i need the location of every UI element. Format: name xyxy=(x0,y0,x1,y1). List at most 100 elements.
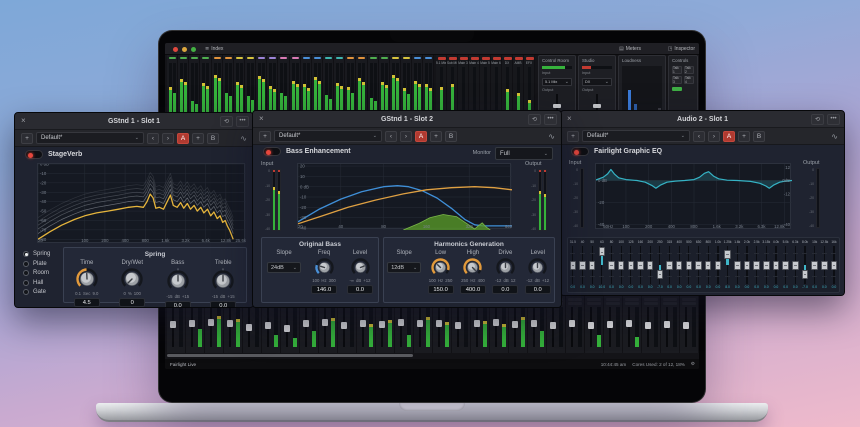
eq-band-400[interactable] xyxy=(674,245,684,285)
spline-icon[interactable]: ∿ xyxy=(831,132,838,141)
ab-compare-a-button[interactable]: A xyxy=(415,131,427,142)
slider-handle[interactable] xyxy=(802,270,809,279)
eq-band-80[interactable] xyxy=(607,245,617,285)
knob-value[interactable]: 0.0 xyxy=(210,301,236,308)
fader-handle[interactable] xyxy=(455,322,462,329)
fader-handle[interactable] xyxy=(398,319,405,326)
eq-band-1.25k[interactable] xyxy=(723,245,733,285)
slider-handle[interactable] xyxy=(666,261,673,270)
fader-handle[interactable] xyxy=(436,320,443,327)
gear-icon[interactable]: ⚙ xyxy=(691,361,695,367)
knob-freq[interactable]: Freq100Hz300146.0 xyxy=(311,250,337,294)
eq-band-200[interactable] xyxy=(645,245,655,285)
slope-dropdown[interactable]: 12dB⌄ xyxy=(387,262,421,273)
fader-handle[interactable] xyxy=(474,320,481,327)
zoom-window-button[interactable] xyxy=(191,47,196,52)
fader-handle[interactable] xyxy=(303,320,310,327)
eq-band-800[interactable] xyxy=(703,245,713,285)
eq-band-5.0k[interactable] xyxy=(781,245,791,285)
slider-handle[interactable] xyxy=(744,261,751,270)
mode-item-spring[interactable]: Spring xyxy=(23,251,50,257)
slider-handle[interactable] xyxy=(715,261,722,270)
eq-band-6.3k[interactable] xyxy=(790,245,800,285)
fader-handle[interactable] xyxy=(170,321,177,328)
mixer-fader-strip[interactable] xyxy=(661,296,680,353)
onair-indicator[interactable] xyxy=(672,87,682,91)
close-icon[interactable]: × xyxy=(567,115,572,123)
fader-handle[interactable] xyxy=(189,320,196,327)
knob-time[interactable]: Time0.1Sec9.04.5 xyxy=(74,260,100,307)
spline-icon[interactable]: ∿ xyxy=(240,134,247,143)
spline-icon[interactable]: ∿ xyxy=(548,132,555,141)
slider-handle[interactable] xyxy=(811,261,818,270)
mode-item-room[interactable]: Room xyxy=(23,270,50,276)
slider-handle[interactable] xyxy=(734,261,741,270)
ab-copy-button[interactable]: + xyxy=(430,131,442,142)
mixer-channel-strip[interactable] xyxy=(234,55,245,119)
knob-dry-wet[interactable]: Dry/Wet0%1000 xyxy=(119,260,145,307)
window-titlebar[interactable]: × GStnd 1 - Slot 1 ⟲ ••• xyxy=(15,113,253,130)
knob-bass[interactable]: Bass0-15dB+150.0 xyxy=(165,260,191,308)
eq-band-16k[interactable] xyxy=(829,245,839,285)
mixer-fader-strip[interactable] xyxy=(585,296,604,353)
mute-button[interactable] xyxy=(460,57,468,60)
slider-handle[interactable] xyxy=(589,261,596,270)
horizontal-scrollbar[interactable] xyxy=(167,354,413,357)
mute-button[interactable] xyxy=(526,57,534,60)
fader-handle[interactable] xyxy=(683,322,690,329)
knob-value[interactable]: 400.0 xyxy=(460,285,486,294)
knob-drive[interactable]: Drive-12dB120.0 xyxy=(492,250,518,294)
slider-handle[interactable] xyxy=(695,261,702,270)
mixer-fader-strip[interactable] xyxy=(566,296,585,353)
ab-compare-a-button[interactable]: A xyxy=(723,131,735,142)
knob-value[interactable]: 146.0 xyxy=(311,285,337,294)
fader-handle[interactable] xyxy=(265,322,272,329)
fader-handle[interactable] xyxy=(493,319,500,326)
knob-value[interactable]: 150.0 xyxy=(428,285,454,294)
add-preset-button[interactable]: + xyxy=(21,133,33,144)
slider-handle[interactable] xyxy=(618,261,625,270)
meters-button[interactable]: ▤Meters xyxy=(619,44,641,54)
fader-handle[interactable] xyxy=(379,321,386,328)
eq-band-500[interactable] xyxy=(684,245,694,285)
slider-handle[interactable] xyxy=(647,261,654,270)
eq-band-250[interactable] xyxy=(655,245,665,285)
eq-band-4.0k[interactable] xyxy=(771,245,781,285)
reset-icon[interactable]: ⟲ xyxy=(528,114,541,125)
eq-band-100[interactable] xyxy=(616,245,626,285)
slider-handle[interactable] xyxy=(821,261,828,270)
next-preset-button[interactable]: › xyxy=(400,131,412,142)
plugin-bypass-toggle[interactable] xyxy=(571,147,589,156)
talk-3-button[interactable]: Talk 3 xyxy=(672,76,682,84)
eq-band-50[interactable] xyxy=(587,245,597,285)
eq-band-63[interactable] xyxy=(597,245,607,285)
plugin-bypass-toggle[interactable] xyxy=(25,150,43,159)
mode-radio[interactable] xyxy=(23,270,29,276)
preset-dropdown[interactable]: Default*⌄ xyxy=(36,132,144,144)
fader-handle[interactable] xyxy=(417,320,424,327)
mode-radio[interactable] xyxy=(23,261,29,267)
fader-handle[interactable] xyxy=(664,321,671,328)
slider-handle[interactable] xyxy=(753,261,760,270)
eq-band-10k[interactable] xyxy=(810,245,820,285)
knob-low[interactable]: Low100Hz250150.0 xyxy=(428,250,454,294)
knob-high[interactable]: High250Hz400400.0 xyxy=(460,250,486,294)
inspector-button[interactable]: ◳Inspector xyxy=(668,44,695,54)
fader-handle[interactable] xyxy=(227,320,234,327)
ab-compare-b-button[interactable]: B xyxy=(445,131,457,142)
slider-handle[interactable] xyxy=(579,261,586,270)
mixer-channel-strip[interactable] xyxy=(178,55,189,119)
mute-button[interactable] xyxy=(493,57,501,60)
ab-compare-a-button[interactable]: A xyxy=(177,133,189,144)
mute-button[interactable] xyxy=(449,57,457,60)
mode-item-gate[interactable]: Gate xyxy=(23,289,50,295)
reset-icon[interactable]: ⟲ xyxy=(220,116,233,127)
slider-handle[interactable] xyxy=(599,247,606,256)
mixer-fader-strip[interactable] xyxy=(623,296,642,353)
mixer-channel-strip[interactable] xyxy=(167,55,178,119)
previous-preset-button[interactable]: ‹ xyxy=(693,131,705,142)
talk-1-button[interactable]: Talk 1 xyxy=(672,66,682,74)
mute-button[interactable] xyxy=(482,57,490,60)
eq-band-630[interactable] xyxy=(694,245,704,285)
knob-value[interactable]: 0.0 xyxy=(347,285,373,294)
